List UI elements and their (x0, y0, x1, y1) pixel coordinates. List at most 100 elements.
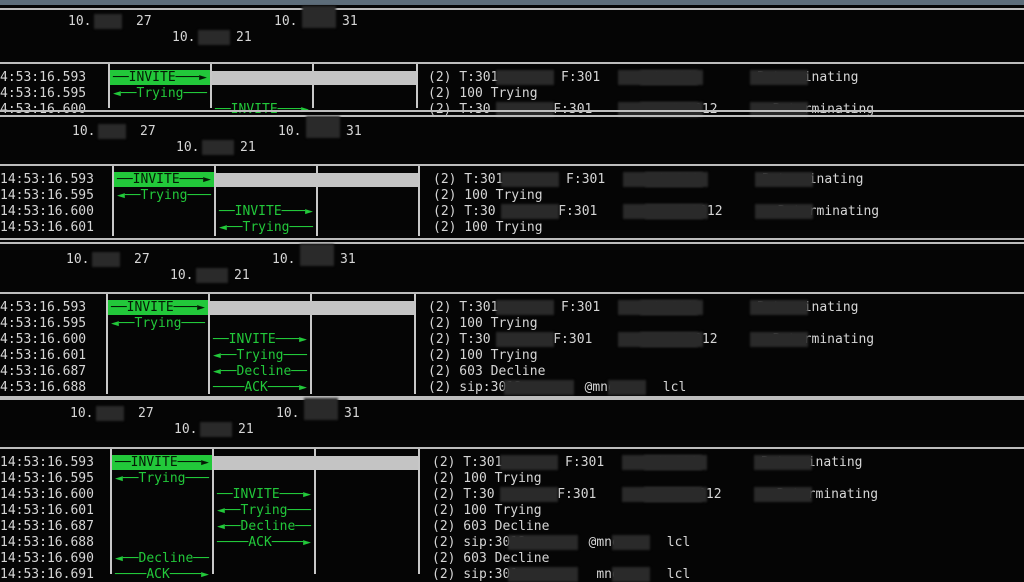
endpoint-right-ip-end: 31 (346, 124, 362, 139)
redacted-number (754, 455, 812, 470)
message-time[interactable]: 14:53:16.688 (0, 535, 94, 550)
message-arrow[interactable]: ──INVITE───► (110, 70, 210, 85)
endpoint-right-ip-end: 31 (340, 252, 356, 267)
message-arrow[interactable]: ◄──Decline── (112, 551, 212, 566)
endpoint-right-ip: 10. (274, 14, 298, 29)
redacted-ip (96, 406, 124, 421)
message-arrow[interactable]: ◄──Trying─── (114, 188, 214, 203)
message-time[interactable]: 14:53:16.601 (0, 503, 94, 518)
message-time[interactable]: 4:53:16.600 (0, 332, 86, 347)
message-arrow[interactable]: ────ACK────► (112, 567, 212, 582)
message-arrow[interactable]: ──INVITE───► (216, 204, 316, 219)
redacted-ip (302, 6, 336, 28)
message-time[interactable]: 14:53:16.600 (0, 487, 94, 502)
redacted-number (618, 332, 703, 347)
redacted-ip (300, 244, 334, 266)
message-time[interactable]: 14:53:16.601 (0, 220, 94, 235)
message-summary[interactable]: (2) 100 Trying (432, 503, 542, 518)
endpoint-mid-ip-end: 21 (236, 30, 252, 45)
selected-call-bar[interactable] (210, 301, 414, 315)
redacted-number (750, 332, 808, 347)
message-arrow[interactable]: ◄──Trying─── (110, 86, 210, 101)
message-summary[interactable]: (2) 100 Trying (433, 220, 543, 235)
message-time[interactable]: 4:53:16.601 (0, 348, 86, 363)
endpoint-mid-ip-end: 21 (240, 140, 256, 155)
message-time[interactable]: 14:53:16.690 (0, 551, 94, 566)
redacted-number (508, 567, 578, 582)
message-summary[interactable]: (2) 603 Decline (432, 519, 549, 534)
endpoint-mid-ip: 10. (176, 140, 200, 155)
message-summary[interactable]: (2) 100 Trying (428, 348, 538, 363)
selected-call-bar[interactable] (216, 173, 418, 187)
message-arrow[interactable]: ──INVITE───► (114, 172, 214, 187)
endpoint-left-ip: 10. (68, 14, 92, 29)
redacted-number (755, 204, 813, 219)
redacted-number (500, 487, 558, 502)
message-time[interactable]: 14:53:16.595 (0, 471, 94, 486)
redacted-number (750, 70, 808, 85)
selected-call-bar[interactable] (214, 456, 418, 470)
panel-top-separator (0, 8, 1024, 10)
message-summary[interactable]: (2) 603 Decline (428, 364, 545, 379)
message-arrow[interactable]: ────ACK────► (214, 535, 314, 550)
message-arrow[interactable]: ◄──Trying─── (112, 471, 212, 486)
message-time[interactable]: 14:53:16.595 (0, 188, 94, 203)
message-summary[interactable]: (2) 100 Trying (428, 316, 538, 331)
endpoint-right-ip: 10. (276, 406, 300, 421)
lane-line (418, 166, 420, 236)
redacted-number (504, 380, 574, 395)
panel-bottom-separator (0, 238, 1024, 240)
redacted-number (508, 535, 578, 550)
message-time[interactable]: 4:53:16.595 (0, 86, 86, 101)
message-arrow[interactable]: ◄──Trying─── (216, 220, 316, 235)
redacted-number (501, 204, 559, 219)
header-separator (0, 447, 1024, 449)
message-arrow[interactable]: ──INVITE───► (112, 455, 212, 470)
redacted-number (618, 300, 703, 315)
message-time[interactable]: 14:53:16.593 (0, 455, 94, 470)
message-time[interactable]: 14:53:16.600 (0, 204, 94, 219)
message-time[interactable]: 14:53:16.687 (0, 519, 94, 534)
redacted-number (612, 567, 650, 582)
message-summary[interactable]: (2) 100 Trying (428, 86, 538, 101)
redacted-ip (306, 116, 340, 138)
message-summary[interactable]: (2) 100 Trying (432, 471, 542, 486)
endpoint-left-ip: 10. (66, 252, 90, 267)
message-time[interactable]: 4:53:16.688 (0, 380, 86, 395)
endpoint-mid-ip: 10. (172, 30, 196, 45)
message-arrow[interactable]: ◄──Trying─── (214, 503, 314, 518)
redacted-ip (94, 14, 122, 29)
redacted-number (623, 172, 708, 187)
redacted-number (496, 70, 554, 85)
redacted-ip (202, 140, 234, 155)
message-time[interactable]: 4:53:16.687 (0, 364, 86, 379)
message-time[interactable]: 4:53:16.593 (0, 70, 86, 85)
message-arrow[interactable]: ──INVITE───► (210, 332, 310, 347)
message-time[interactable]: 4:53:16.593 (0, 300, 86, 315)
message-arrow[interactable]: ◄──Decline── (210, 364, 310, 379)
message-time[interactable]: 14:53:16.691 (0, 567, 94, 582)
message-arrow[interactable]: ──INVITE───► (108, 300, 208, 315)
message-arrow[interactable]: ──INVITE───► (214, 487, 314, 502)
panel-top-separator (0, 398, 1024, 400)
redacted-number (618, 70, 703, 85)
endpoint-left-ip: 10. (70, 406, 94, 421)
message-arrow[interactable]: ◄──Trying─── (108, 316, 208, 331)
message-time[interactable]: 4:53:16.595 (0, 316, 86, 331)
message-time[interactable]: 14:53:16.593 (0, 172, 94, 187)
message-arrow[interactable]: ◄──Decline── (214, 519, 314, 534)
endpoint-left-ip-end: 27 (134, 252, 150, 267)
panel-top-separator (0, 242, 1024, 244)
message-arrow[interactable]: ◄──Trying─── (210, 348, 310, 363)
endpoint-right-ip-end: 31 (344, 406, 360, 421)
header-separator (0, 62, 1024, 64)
endpoint-mid-ip: 10. (174, 422, 198, 437)
lane-line (416, 64, 418, 108)
header-separator (0, 292, 1024, 294)
message-summary[interactable]: (2) 100 Trying (433, 188, 543, 203)
message-summary[interactable]: (2) 603 Decline (432, 551, 549, 566)
message-arrow[interactable]: ────ACK────► (210, 380, 310, 395)
endpoint-mid-ip-end: 21 (234, 268, 250, 283)
redacted-number (612, 535, 650, 550)
selected-call-bar[interactable] (212, 71, 416, 85)
